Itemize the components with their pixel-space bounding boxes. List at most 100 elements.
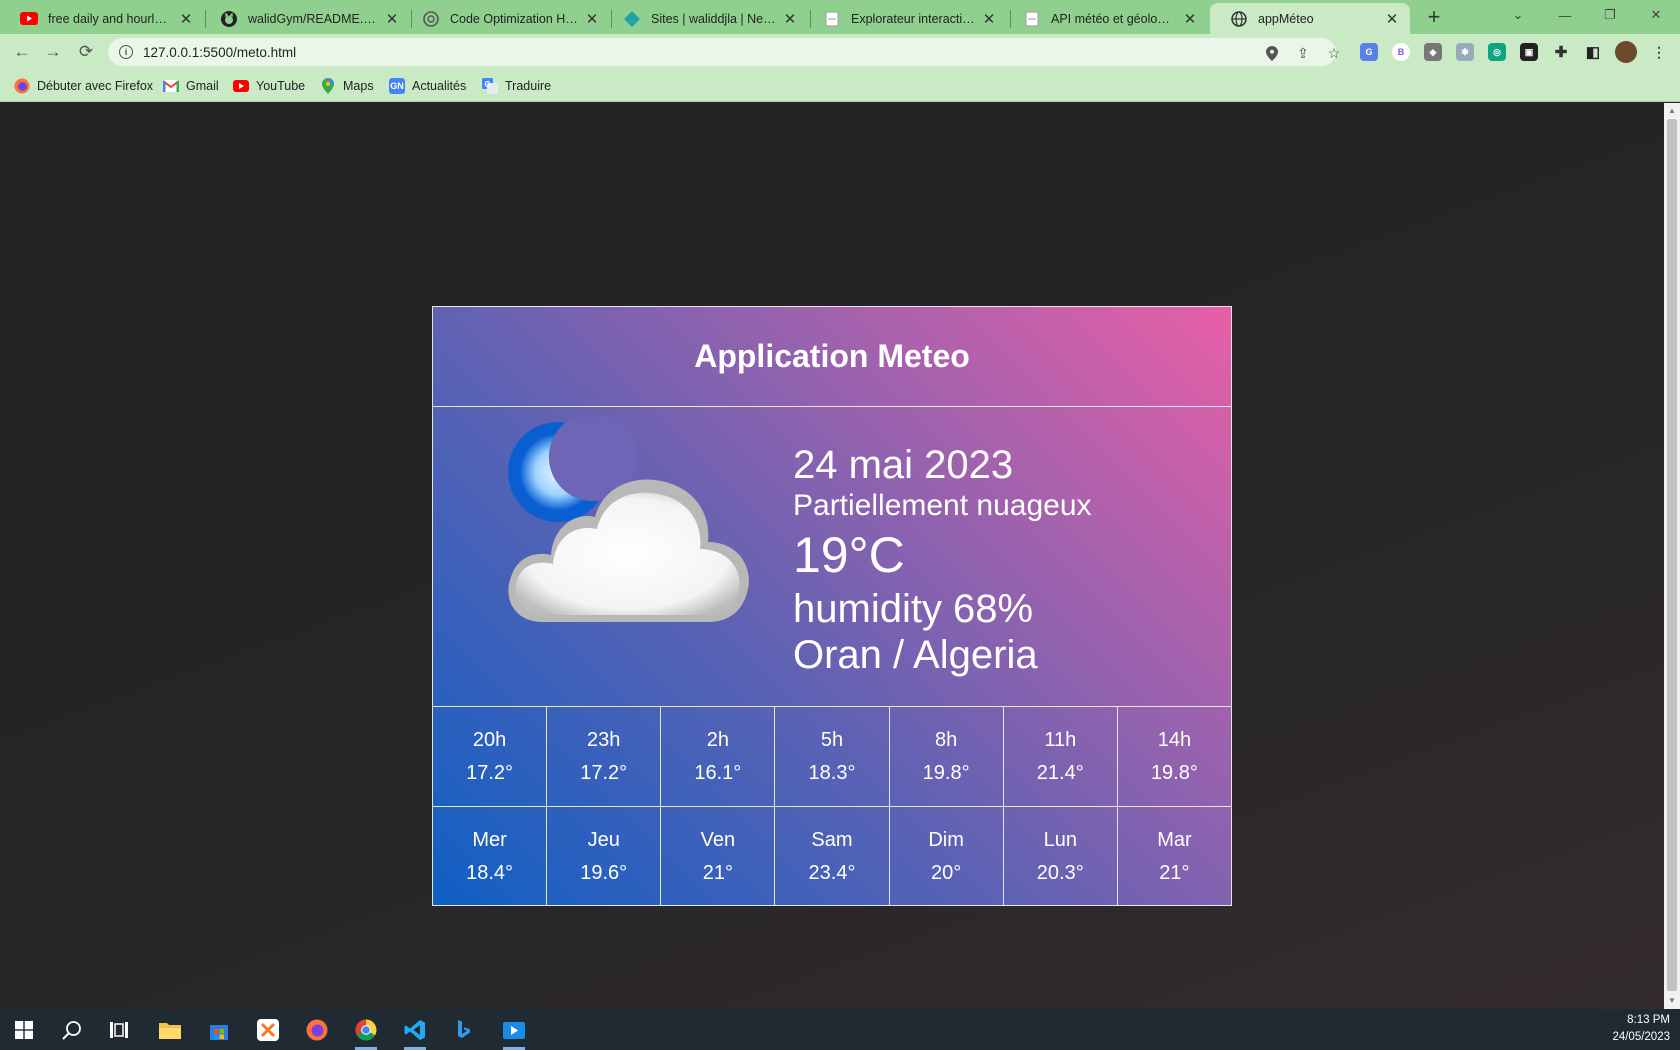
day-label: Jeu xyxy=(587,828,620,851)
translate-icon: G xyxy=(482,78,498,94)
tab-search-icon[interactable]: ⌄ xyxy=(1498,2,1538,28)
bookmark-actualites[interactable]: GN Actualités xyxy=(389,77,466,95)
url-text[interactable]: 127.0.0.1:5500/meto.html xyxy=(143,45,296,60)
hourly-item: 8h 19.8° xyxy=(890,707,1004,806)
bookmark-label: Débuter avec Firefox xyxy=(37,79,154,93)
minimize-button[interactable]: — xyxy=(1545,2,1585,28)
tab-code-optimization[interactable]: Code Optimization Help ✕ xyxy=(402,3,610,34)
share-icon[interactable]: ⇪ xyxy=(1295,45,1311,61)
hourly-forecast: 20h 17.2° 23h 17.2° 2h 16.1° 5h 18.3° 8h 19.8… xyxy=(433,707,1231,807)
menu-icon[interactable]: ⋮ xyxy=(1650,43,1668,61)
bookmark-label: YouTube xyxy=(256,79,306,93)
globe-icon xyxy=(1230,10,1248,28)
day-temperature: 21° xyxy=(1159,861,1190,884)
tab-title: API météo et géolocalisat xyxy=(1051,11,1176,26)
netlify-icon xyxy=(623,10,641,28)
day-label: Mer xyxy=(472,828,507,851)
location-icon[interactable] xyxy=(1264,45,1280,61)
hourly-item: 23h 17.2° xyxy=(547,707,662,806)
daily-item: Mer 18.4° xyxy=(433,807,548,906)
tab-title: Code Optimization Help xyxy=(450,11,578,26)
restore-button[interactable]: ❐ xyxy=(1590,2,1630,28)
back-button[interactable]: ← xyxy=(10,40,34,64)
firefox-icon[interactable] xyxy=(302,1015,332,1045)
youtube-icon xyxy=(20,10,38,28)
bookmark-star-icon[interactable]: ☆ xyxy=(1326,45,1342,61)
app-title: Application Meteo xyxy=(694,338,970,374)
day-label: Ven xyxy=(700,828,736,851)
reload-button[interactable]: ⟳ xyxy=(74,40,98,64)
extension-b-icon[interactable]: B xyxy=(1392,43,1410,61)
current-temperature: 19°C xyxy=(793,527,905,583)
openai-icon xyxy=(422,10,440,28)
xampp-icon[interactable] xyxy=(253,1015,283,1045)
new-tab-button[interactable]: + xyxy=(1421,4,1447,30)
file-explorer-icon[interactable] xyxy=(155,1015,185,1045)
sidebar-icon[interactable]: ◧ xyxy=(1584,43,1602,61)
scroll-up-icon[interactable]: ▲ xyxy=(1667,106,1677,116)
tab-explorateur[interactable]: Explorateur interactif de l ✕ xyxy=(803,3,1007,34)
microsoft-store-icon[interactable] xyxy=(204,1015,234,1045)
page-icon xyxy=(823,10,841,28)
google-translate-extension-icon[interactable]: G xyxy=(1360,43,1378,61)
clock-date: 24/05/2023 xyxy=(1612,1031,1670,1043)
tab-appmeteo[interactable]: appMéteo ✕ xyxy=(1210,3,1410,34)
hour-label: 14h xyxy=(1157,728,1192,751)
bookmark-traduire[interactable]: G Traduire xyxy=(482,77,551,95)
tab-title: walidGym/README.md at xyxy=(248,11,378,26)
extension-gear-icon[interactable]: ✱ xyxy=(1456,43,1474,61)
bookmark-youtube[interactable]: YouTube xyxy=(233,77,305,95)
daily-item: Sam 23.4° xyxy=(775,807,890,906)
chrome-icon[interactable] xyxy=(351,1015,381,1050)
task-view-icon[interactable] xyxy=(104,1015,134,1045)
close-icon[interactable]: ✕ xyxy=(782,11,798,28)
profile-avatar[interactable] xyxy=(1615,41,1637,63)
search-icon[interactable] xyxy=(57,1015,87,1045)
bing-icon[interactable] xyxy=(449,1015,479,1045)
close-icon[interactable]: ✕ xyxy=(981,11,997,28)
bookmark-label: Traduire xyxy=(505,79,552,93)
chatgpt-extension-icon[interactable]: ◎ xyxy=(1488,43,1506,61)
info-icon[interactable]: i xyxy=(119,45,133,59)
close-icon[interactable]: ✕ xyxy=(384,11,400,28)
tab-netlify[interactable]: Sites | waliddjla | Netlify ✕ xyxy=(603,3,808,34)
bookmark-maps[interactable]: Maps xyxy=(320,77,374,95)
location: Oran / Algeria xyxy=(793,633,1038,677)
forward-button[interactable]: → xyxy=(41,40,65,64)
hour-temperature: 17.2° xyxy=(580,761,628,784)
bookmark-firefox[interactable]: Débuter avec Firefox xyxy=(14,77,153,95)
tab-github[interactable]: walidGym/README.md at ✕ xyxy=(200,3,410,34)
dark-extension-icon[interactable]: ▣ xyxy=(1520,43,1538,61)
vscode-icon[interactable] xyxy=(400,1015,430,1050)
hourly-item: 14h 19.8° xyxy=(1118,707,1231,806)
current-date: 24 mai 2023 xyxy=(793,443,1014,487)
close-icon[interactable]: ✕ xyxy=(1182,11,1198,28)
close-window-button[interactable]: ✕ xyxy=(1636,2,1676,28)
hour-label: 5h xyxy=(820,728,844,751)
scrollbar-thumb[interactable] xyxy=(1667,119,1677,991)
scroll-down-icon[interactable]: ▼ xyxy=(1667,996,1677,1006)
puzzle-icon[interactable]: ✚ xyxy=(1552,43,1570,61)
bookmark-gmail[interactable]: Gmail xyxy=(163,77,219,95)
close-icon[interactable]: ✕ xyxy=(584,11,600,28)
hour-label: 20h xyxy=(472,728,507,751)
current-weather: 24 mai 2023 Partiellement nuageux 19°C h… xyxy=(433,407,1231,707)
vertical-scrollbar[interactable]: ▲ ▼ xyxy=(1664,103,1680,1009)
close-icon[interactable]: ✕ xyxy=(1384,11,1400,28)
day-temperature: 23.4° xyxy=(808,861,856,884)
hour-temperature: 21.4° xyxy=(1036,761,1084,784)
hour-label: 11h xyxy=(1044,728,1077,751)
hour-temperature: 17.2° xyxy=(466,761,514,784)
close-icon[interactable]: ✕ xyxy=(178,11,194,28)
hourly-item: 11h 21.4° xyxy=(1004,707,1118,806)
video-editor-icon[interactable] xyxy=(499,1015,529,1050)
tab-api-meteo[interactable]: API météo et géolocalisat ✕ xyxy=(1003,3,1208,34)
daily-item: Jeu 19.6° xyxy=(547,807,662,906)
daily-item: Mar 21° xyxy=(1118,807,1231,906)
windows-start-icon[interactable] xyxy=(9,1015,39,1045)
address-bar[interactable]: i 127.0.0.1:5500/meto.html ⇪ ☆ xyxy=(108,38,1340,66)
system-clock[interactable]: 8:13 PM 24/05/2023 xyxy=(1612,1012,1670,1046)
ublock-icon[interactable]: ◈ xyxy=(1424,43,1442,61)
tab-youtube[interactable]: free daily and hourly wea ✕ xyxy=(0,3,204,34)
svg-text:G: G xyxy=(485,80,491,89)
